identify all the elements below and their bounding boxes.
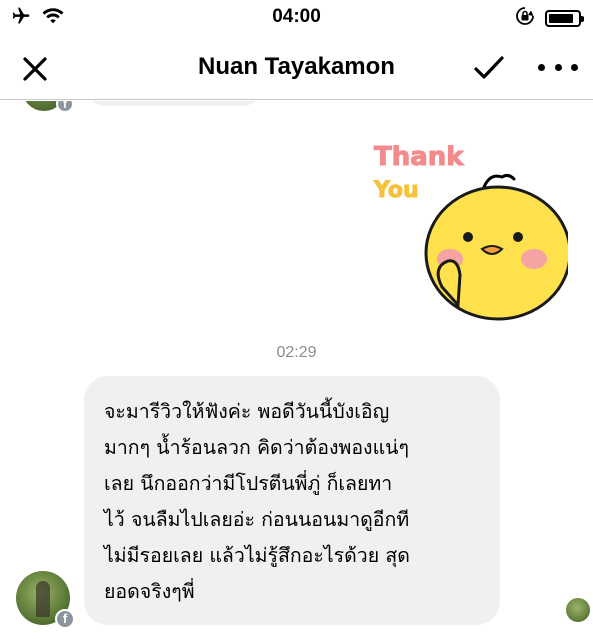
more-icon — [571, 63, 578, 71]
status-right — [515, 6, 584, 30]
battery-fill — [549, 13, 573, 23]
thank-you-sticker[interactable]: Thank You — [368, 137, 572, 321]
facebook-badge-icon: f — [56, 101, 74, 113]
chick-character — [424, 173, 572, 321]
previous-message-bubble[interactable] — [84, 101, 264, 106]
more-icon — [538, 63, 545, 71]
chat-thread[interactable]: f Thank You 02:29 จะมารีวิวให้ฟังค่ะ พอด… — [0, 101, 593, 639]
avatar-figure — [36, 581, 50, 617]
status-bar: 04:00 — [0, 0, 593, 36]
checkmark-icon — [474, 56, 504, 79]
facebook-badge-icon: f — [55, 609, 75, 629]
read-receipt-avatar — [566, 598, 590, 622]
more-button[interactable] — [538, 55, 578, 79]
more-icon — [554, 63, 562, 71]
done-button[interactable] — [472, 53, 506, 83]
message-timestamp: 02:29 — [276, 344, 317, 361]
message-text: จะมารีวิวให้ฟังค่ะ พอดีวันนี้บังเอิญ มาก… — [104, 400, 410, 603]
status-time: 04:00 — [272, 6, 321, 27]
battery-icon — [545, 9, 584, 27]
sticker-text-you: You — [373, 178, 419, 203]
incoming-message-bubble[interactable]: จะมารีวิวให้ฟังค่ะ พอดีวันนี้บังเอิญ มาก… — [84, 376, 500, 625]
sticker-text-thank: Thank — [374, 142, 464, 172]
orientation-lock-icon — [515, 6, 535, 30]
nav-bar: Nuan Tayakamon — [0, 36, 593, 100]
